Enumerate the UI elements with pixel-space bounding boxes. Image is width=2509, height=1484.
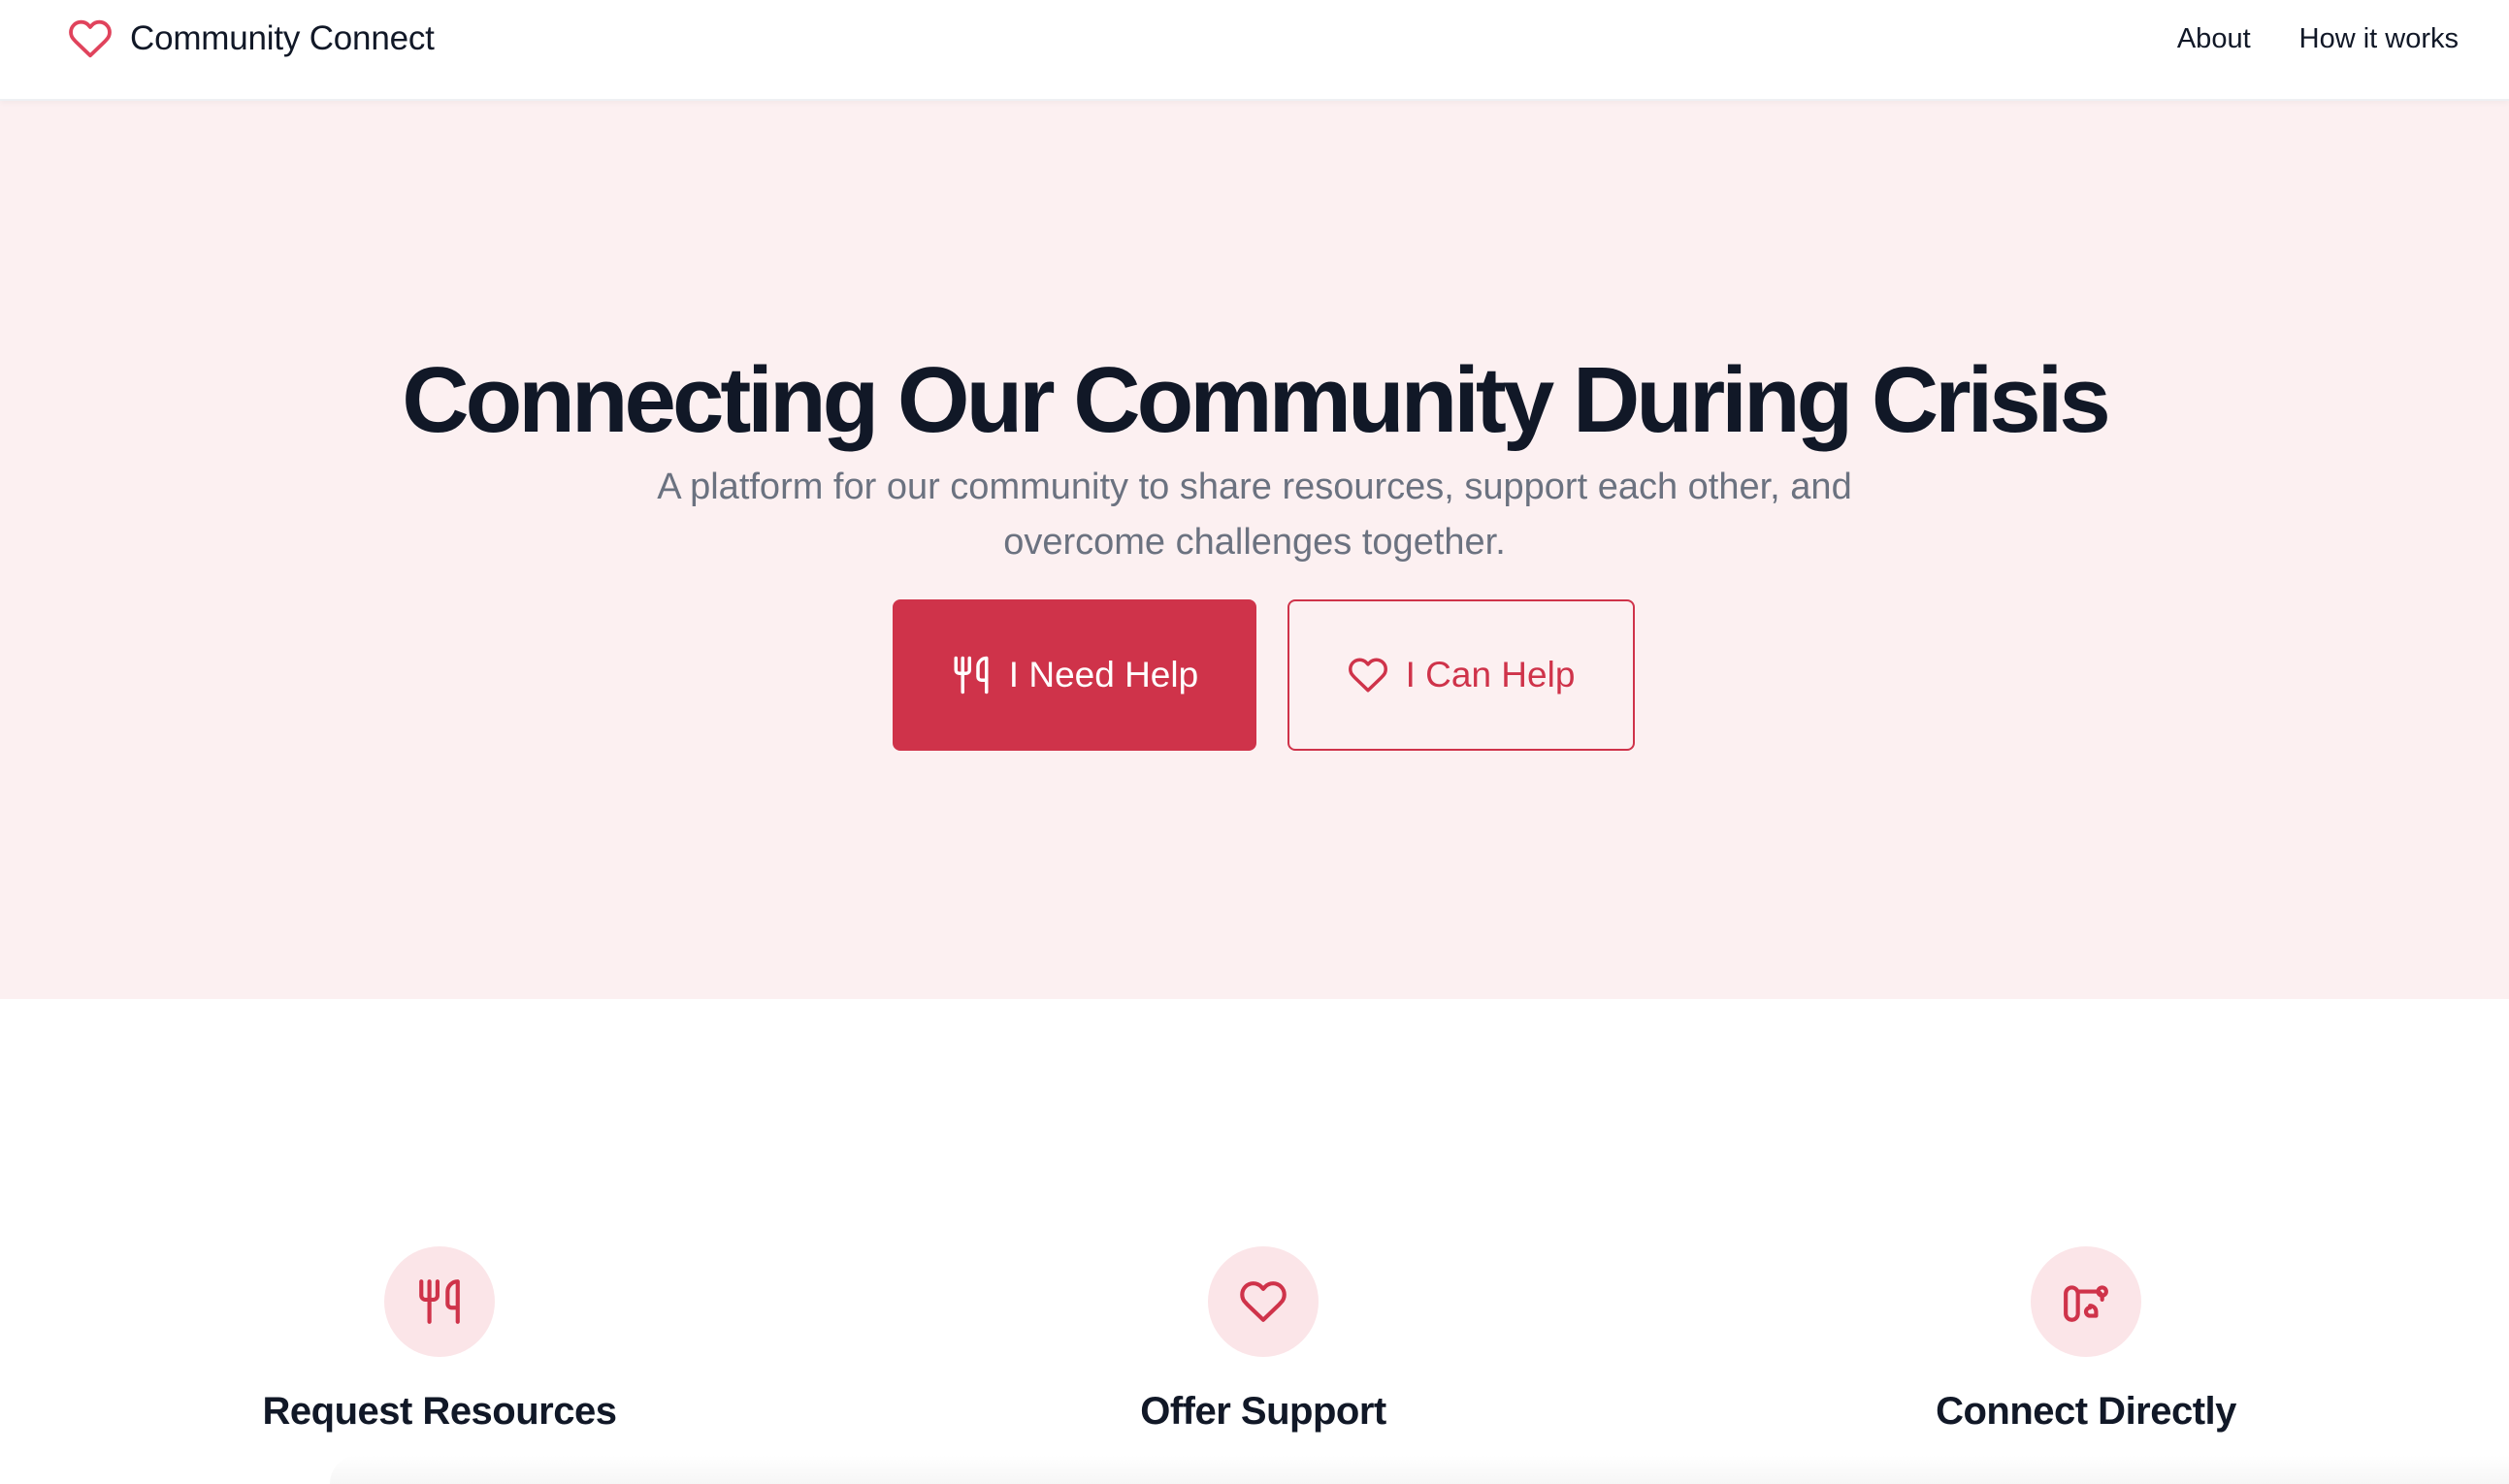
feature-icon-circle [1208,1246,1319,1357]
i-can-help-label: I Can Help [1405,655,1576,694]
hero-section: Connecting Our Community During Crisis A… [0,101,2509,999]
heart-icon [1348,658,1387,693]
utensils-icon [954,656,989,694]
features-section: Request Resources Offer Support Connect … [0,999,2509,1484]
top-navbar: Community Connect About How it works [0,0,2509,101]
i-can-help-button[interactable]: I Can Help [1287,599,1635,751]
nav-links: About How it works [2177,17,2459,60]
card-edge-shadow [330,1455,2509,1484]
hero-title: Connecting Our Community During Crisis [402,348,2110,452]
feature-title: Connect Directly [1936,1390,2236,1433]
brand-name: Community Connect [130,19,435,57]
i-need-help-label: I Need Help [1008,655,1199,694]
heart-icon [1240,1281,1287,1322]
feature-icon-circle [2031,1246,2141,1357]
feature-offer-support: Offer Support [972,1246,1554,1434]
feature-connect-directly: Connect Directly [1795,1246,2377,1434]
heart-icon [69,19,112,58]
i-need-help-button[interactable]: I Need Help [893,599,1256,751]
feature-request-resources: Request Resources [148,1246,731,1434]
feature-icon-circle [384,1246,495,1357]
feature-title: Request Resources [262,1390,617,1433]
nav-link-about[interactable]: About [2177,23,2251,55]
feature-title: Offer Support [1140,1390,1386,1433]
utensils-icon [419,1279,460,1324]
nav-link-how-it-works[interactable]: How it works [2299,23,2459,55]
phone-connect-icon [2064,1285,2108,1322]
brand-link[interactable]: Community Connect [68,16,435,62]
hero-subtitle: A platform for our community to share re… [657,467,1852,563]
